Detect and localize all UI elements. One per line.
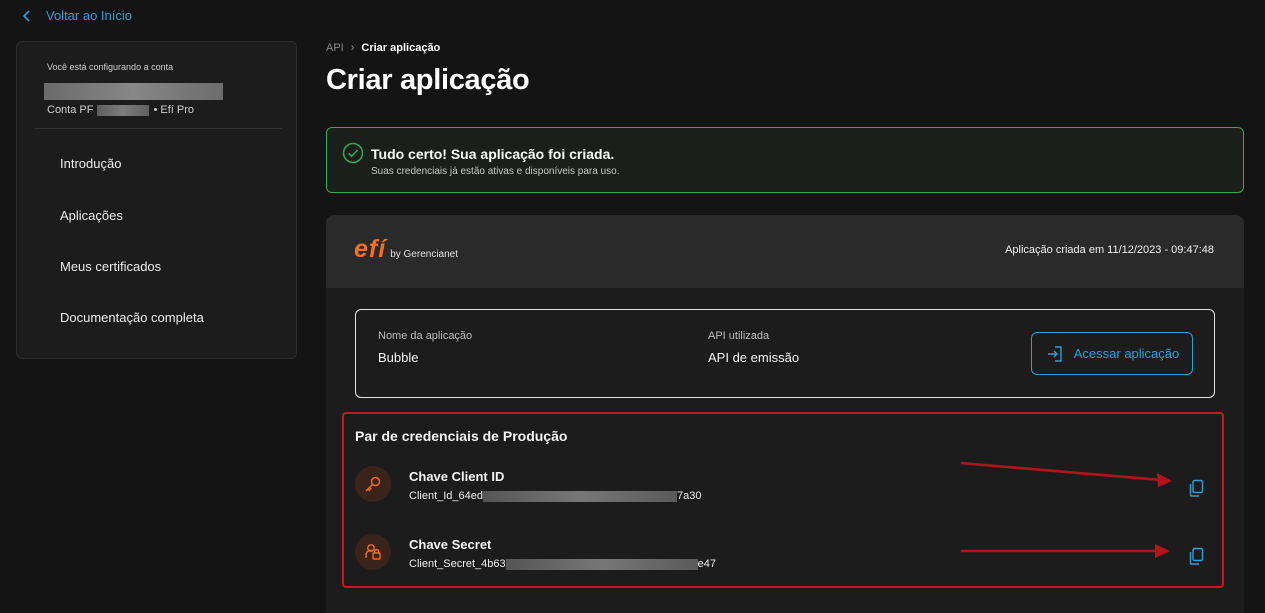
application-info: Nome da aplicação Bubble API utilizada A… — [355, 309, 1215, 398]
access-application-button[interactable]: Acessar aplicação — [1031, 332, 1193, 375]
sidebar-item-documentacao[interactable]: Documentação completa — [60, 310, 204, 325]
efi-logo: efí by Gerencianet — [354, 237, 458, 262]
client-id-prefix: Client_Id_64ed — [409, 490, 484, 502]
client-id-redacted — [483, 490, 678, 502]
application-card: efí by Gerencianet Aplicação criada em 1… — [326, 215, 1244, 613]
card-header: efí by Gerencianet Aplicação criada em 1… — [326, 215, 1244, 288]
sidebar-item-aplicacoes[interactable]: Aplicações — [60, 208, 123, 223]
sidebar-item-introducao[interactable]: Introdução — [60, 156, 121, 171]
key-icon — [355, 466, 391, 502]
app-name-label: Nome da aplicação — [378, 330, 473, 342]
client-id-label: Chave Client ID — [409, 469, 505, 484]
copy-client-secret-icon[interactable] — [1186, 546, 1206, 566]
lock-key-icon — [355, 534, 391, 570]
account-plan: • Efí Pro — [153, 104, 194, 116]
access-button-label: Acessar aplicação — [1073, 346, 1180, 361]
api-label: API utilizada — [708, 330, 770, 342]
created-at: Aplicação criada em 11/12/2023 - 09:47:4… — [1005, 244, 1214, 256]
production-credentials: Par de credenciais de Produção Chave Cli… — [342, 412, 1224, 588]
copy-client-id-icon[interactable] — [1186, 478, 1206, 498]
client-secret-redacted — [505, 558, 698, 570]
sidebar: Você está configurando a conta Conta PF … — [16, 41, 297, 359]
breadcrumb-root[interactable]: API — [326, 42, 344, 54]
api-value: API de emissão — [708, 350, 800, 365]
alert-subtitle: Suas credenciais já estão ativas e dispo… — [371, 166, 620, 177]
login-icon — [1047, 345, 1062, 362]
back-to-home-link[interactable]: Voltar ao Início — [22, 8, 132, 23]
breadcrumb-separator-icon: › — [350, 42, 355, 54]
breadcrumb: API › Criar aplicação — [326, 42, 440, 54]
sidebar-item-certificados[interactable]: Meus certificados — [60, 259, 161, 274]
client-secret-suffix: e47 — [697, 558, 716, 570]
account-name-redacted — [44, 83, 223, 100]
client-secret-value: Client_Secret_4b63 e47 — [409, 558, 716, 570]
client-secret-label: Chave Secret — [409, 537, 492, 552]
account-info: Conta PF • Efí Pro — [47, 104, 194, 116]
account-caption: Você está configurando a conta — [47, 62, 174, 72]
app-name-value: Bubble — [378, 350, 419, 365]
client-secret-prefix: Client_Secret_4b63 — [409, 558, 506, 570]
account-type: Conta PF — [47, 104, 94, 116]
chevron-left-icon — [22, 9, 30, 22]
logo-byline: by Gerencianet — [390, 249, 459, 260]
account-id-redacted — [97, 104, 150, 116]
back-link-label: Voltar ao Início — [46, 8, 132, 23]
page-title: Criar aplicação — [326, 64, 530, 96]
client-id-value: Client_Id_64ed 7a30 — [409, 490, 702, 502]
client-id-suffix: 7a30 — [677, 490, 702, 502]
sidebar-divider — [35, 128, 282, 129]
check-circle-icon — [342, 142, 364, 164]
alert-title: Tudo certo! Sua aplicação foi criada. — [371, 146, 615, 162]
credentials-title: Par de credenciais de Produção — [355, 428, 568, 444]
success-alert: Tudo certo! Sua aplicação foi criada. Su… — [326, 127, 1244, 193]
logo-mark: efí — [354, 235, 387, 263]
breadcrumb-current: Criar aplicação — [361, 42, 441, 54]
